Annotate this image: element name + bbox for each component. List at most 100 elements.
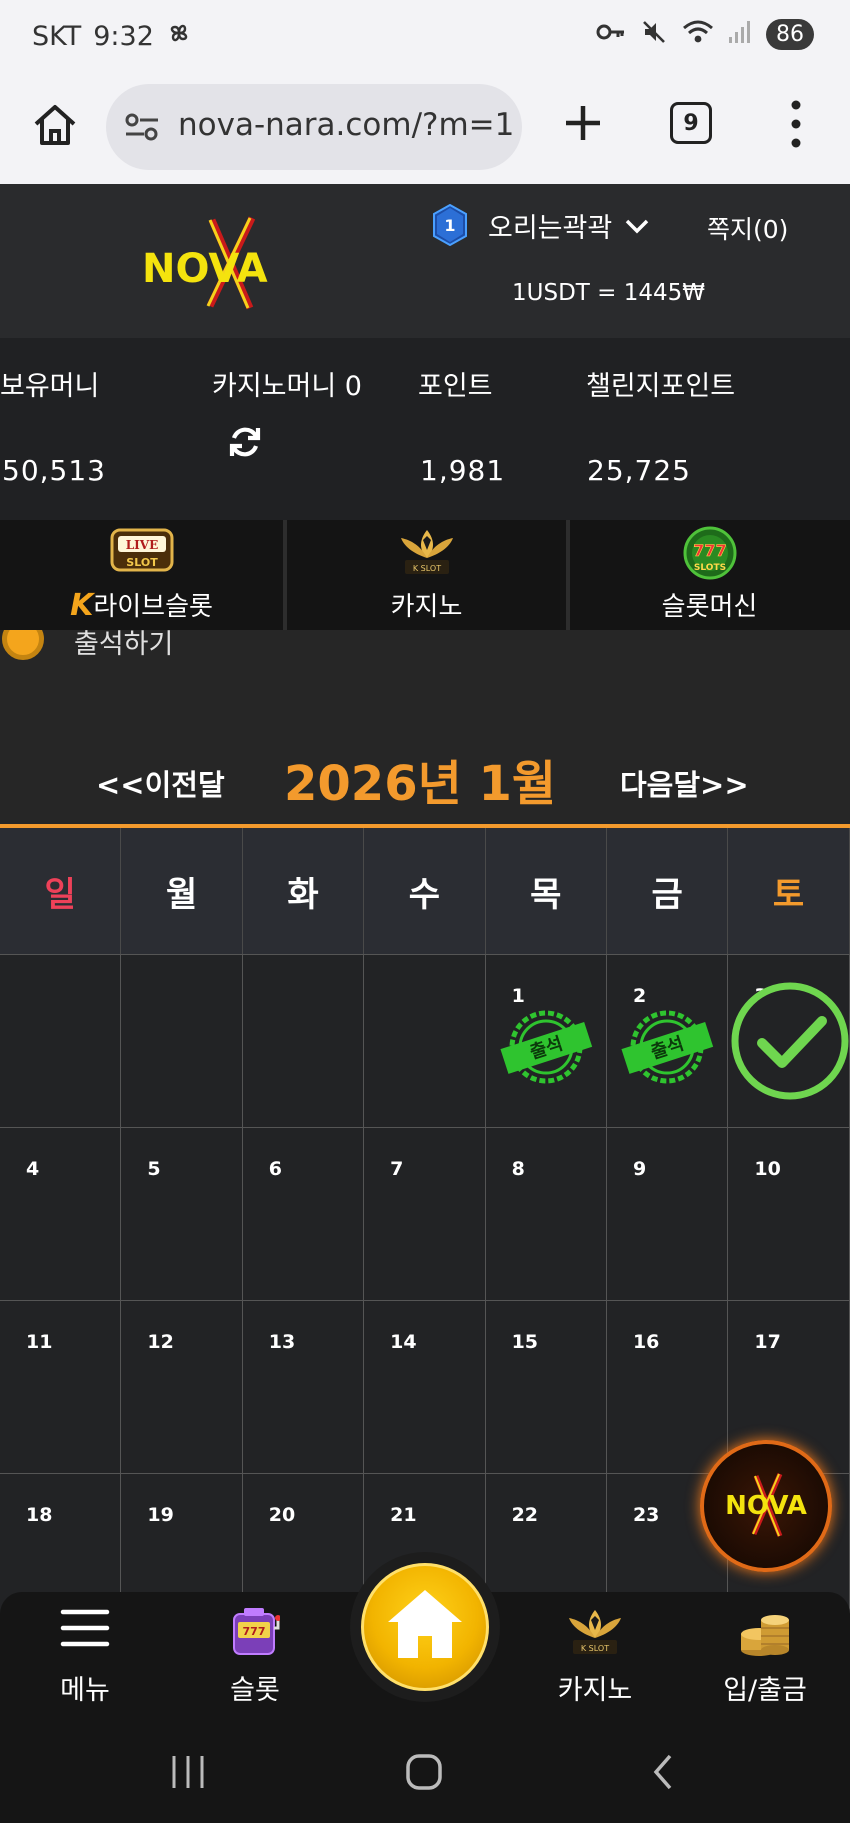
- live-slot-icon: LIVE SLOT: [110, 526, 174, 580]
- weekday-fri: 금: [607, 828, 729, 954]
- check-circle-icon: [731, 982, 849, 1100]
- nav-casino[interactable]: K SLOT 카지노: [525, 1592, 665, 1720]
- nav-slot-label: 슬롯: [230, 1675, 280, 1706]
- next-month-button[interactable]: 다음달>>: [620, 762, 749, 804]
- browser-home-button[interactable]: [28, 98, 82, 152]
- category-slot-machine[interactable]: 777 SLOTS 슬롯머신: [566, 520, 849, 630]
- casino-money-label: 카지노머니 0: [212, 371, 362, 402]
- slot-machine-icon: 777: [233, 1608, 280, 1655]
- url-text: nova-nara.com/?m=1: [178, 107, 515, 143]
- calendar-day[interactable]: 12: [121, 1301, 243, 1473]
- home-icon: [388, 1590, 462, 1658]
- day-number: 4: [26, 1158, 40, 1180]
- nova-logo-icon: NOVA: [725, 1473, 807, 1537]
- day-number: 15: [511, 1331, 539, 1353]
- site-settings-icon[interactable]: [124, 112, 160, 146]
- point-value: 1,981: [420, 454, 506, 487]
- level-badge: 1: [432, 203, 468, 247]
- kebab-menu-icon: [791, 100, 801, 148]
- calendar-day[interactable]: 1 출석: [485, 955, 607, 1127]
- category-casino[interactable]: K SLOT 카지노: [283, 520, 566, 630]
- day-number: 22: [511, 1504, 539, 1526]
- category-slot-machine-label: 슬롯머신: [661, 592, 758, 622]
- calendar-day-empty: [0, 955, 122, 1127]
- coin-stack-icon: [741, 1615, 789, 1656]
- messages-link[interactable]: 쪽지(0): [707, 210, 788, 246]
- calendar-day[interactable]: 5: [121, 1128, 243, 1300]
- point-label: 포인트: [418, 371, 493, 402]
- calendar-day[interactable]: 6: [242, 1128, 365, 1300]
- calendar-day-today[interactable]: 3: [728, 955, 850, 1127]
- nova-logo[interactable]: NOVA: [140, 214, 320, 314]
- more-options-button[interactable]: [784, 96, 808, 152]
- calendar-day[interactable]: 13: [242, 1301, 365, 1473]
- prev-month-button[interactable]: <<이전달: [96, 762, 225, 804]
- k-slot-lotus-icon: K SLOT: [395, 526, 459, 582]
- weekday-tue: 화: [243, 828, 365, 954]
- recent-apps-icon[interactable]: [168, 1754, 208, 1790]
- android-home-icon[interactable]: [404, 1752, 444, 1792]
- day-number: 19: [147, 1504, 174, 1526]
- svg-text:출석: 출석: [648, 1033, 686, 1063]
- nav-casino-label: 카지노: [557, 1675, 633, 1706]
- attendance-stamp-icon: 출석: [500, 1010, 592, 1084]
- browser-toolbar: nova-nara.com/?m=1 9: [0, 72, 850, 184]
- signal-icon: [728, 19, 752, 49]
- attendance-stamp-icon: 출석: [621, 1010, 714, 1084]
- k-brand-icon: K: [70, 588, 94, 623]
- category-live-slot-label: 라이브슬롯: [93, 592, 213, 622]
- calendar-day[interactable]: 10: [728, 1128, 850, 1300]
- calendar-day[interactable]: 9: [606, 1128, 729, 1300]
- back-icon[interactable]: [650, 1752, 676, 1792]
- calendar-day[interactable]: 11: [0, 1301, 122, 1473]
- attendance-header: 출석하기: [0, 630, 850, 670]
- calendar-day-empty: [121, 955, 243, 1127]
- day-number: 6: [268, 1158, 283, 1180]
- user-dropdown[interactable]: 오리는곽곽: [488, 206, 650, 245]
- svg-text:777: 777: [693, 541, 726, 560]
- day-number: 17: [754, 1331, 781, 1353]
- day-number: 14: [390, 1331, 417, 1353]
- challenge-point-label: 챌린지포인트: [586, 371, 736, 402]
- calendar-day[interactable]: 2 출석: [606, 955, 729, 1127]
- address-bar[interactable]: nova-nara.com/?m=1: [106, 84, 522, 170]
- nav-deposit-withdraw[interactable]: 입/출금: [695, 1592, 835, 1720]
- tab-switcher-button[interactable]: 9: [670, 102, 712, 144]
- carrier: SKT: [32, 21, 82, 52]
- day-number: 21: [390, 1504, 417, 1526]
- calendar-day[interactable]: 7: [364, 1128, 486, 1300]
- calendar-day-empty: [364, 955, 486, 1127]
- day-number: 10: [754, 1158, 781, 1180]
- weekday-mon: 월: [121, 828, 243, 954]
- hamburger-menu-icon: [60, 1609, 110, 1647]
- day-number: 23: [632, 1504, 660, 1526]
- svg-text:SLOT: SLOT: [126, 556, 158, 569]
- new-tab-button[interactable]: [556, 96, 610, 150]
- balance-panel: 보유머니 50,513 카지노머니 0 포인트 1,981 챌린지포인트 25,…: [0, 338, 850, 520]
- calendar-day[interactable]: 15: [485, 1301, 607, 1473]
- status-bar: SKT 9:32 86: [0, 0, 850, 72]
- nav-menu[interactable]: 메뉴: [15, 1592, 155, 1720]
- money-value: 50,513: [2, 454, 106, 487]
- chevron-down-icon: [625, 219, 649, 233]
- nav-slot[interactable]: 777 슬롯: [185, 1592, 325, 1720]
- svg-text:SLOTS: SLOTS: [693, 563, 725, 573]
- weekday-wed: 수: [364, 828, 486, 954]
- nav-menu-label: 메뉴: [60, 1675, 110, 1706]
- calendar-day[interactable]: 14: [364, 1301, 486, 1473]
- wifi-icon: [682, 18, 714, 50]
- floating-nova-button[interactable]: NOVA: [700, 1440, 832, 1572]
- calendar-day[interactable]: 4: [0, 1128, 122, 1300]
- calendar-nav: <<이전달 2026년 1월 다음달>>: [0, 738, 850, 824]
- calendar-day[interactable]: 8: [485, 1128, 607, 1300]
- challenge-point-value: 25,725: [587, 454, 691, 487]
- plus-icon: [566, 106, 600, 140]
- category-casino-label: 카지노: [390, 592, 463, 622]
- day-number: 18: [26, 1504, 53, 1526]
- refresh-button[interactable]: [225, 422, 265, 462]
- username: 오리는곽곽: [488, 213, 613, 244]
- svg-text:LIVE: LIVE: [125, 538, 158, 552]
- day-number: 13: [268, 1331, 296, 1353]
- home-fab-button[interactable]: [350, 1552, 500, 1702]
- category-live-slot[interactable]: LIVE SLOT K라이브슬롯: [0, 520, 283, 630]
